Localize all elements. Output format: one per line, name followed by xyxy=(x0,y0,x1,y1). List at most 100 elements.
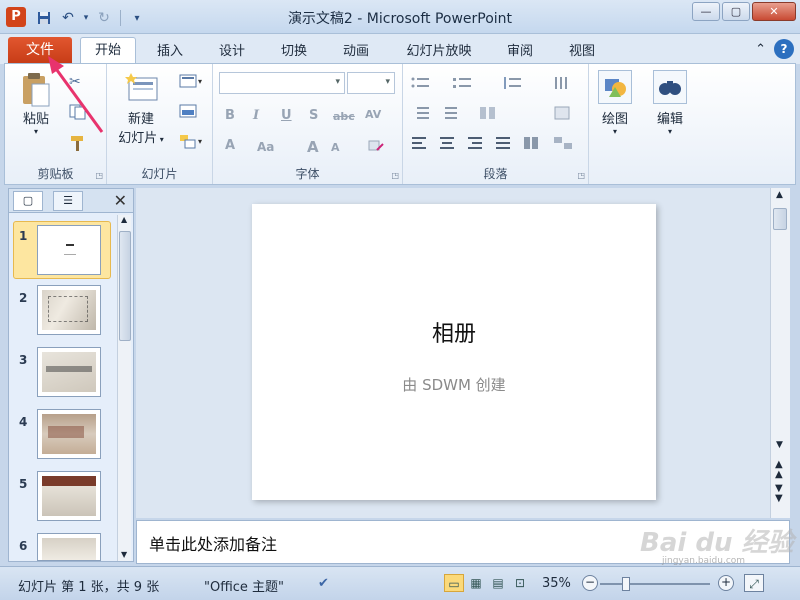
watermark-logo: Bai du 经验 xyxy=(640,528,794,558)
slide-thumbnail-2[interactable] xyxy=(37,285,101,335)
slide-subtitle[interactable]: 由 SDWM 创建 xyxy=(252,374,656,395)
font-color-button[interactable]: A xyxy=(225,138,235,153)
scroll-up-icon[interactable]: ▲ xyxy=(776,190,783,200)
close-icon[interactable]: ✕ xyxy=(114,191,127,210)
slide-number: 6 xyxy=(19,539,28,553)
scroll-up-icon[interactable]: ▲ xyxy=(121,215,127,224)
smartart-icon[interactable] xyxy=(553,136,573,154)
bold-button[interactable]: B xyxy=(225,108,235,123)
group-label-font: 字体 xyxy=(295,167,320,181)
shapes-icon xyxy=(598,70,632,104)
decrease-indent-icon[interactable] xyxy=(411,106,431,124)
shadow-button[interactable]: S xyxy=(309,108,318,123)
slideshow-view-button[interactable]: ⊡ xyxy=(510,574,530,592)
align-left-icon[interactable] xyxy=(411,136,431,154)
zoom-slider[interactable] xyxy=(600,577,710,591)
tab-slides[interactable]: ▢ xyxy=(13,191,43,211)
drawing-label: 绘图 xyxy=(601,112,628,127)
align-right-icon[interactable] xyxy=(467,136,487,154)
group-editing: 编辑 ▾ xyxy=(645,64,697,184)
scroll-down-icon[interactable]: ▼ xyxy=(121,550,127,559)
help-icon[interactable]: ? xyxy=(774,39,794,59)
numbering-icon[interactable] xyxy=(453,76,473,94)
column-layout-icon[interactable] xyxy=(523,136,543,154)
align-text-icon[interactable] xyxy=(553,106,573,124)
svg-text:▾: ▾ xyxy=(198,137,202,146)
zoom-out-button[interactable]: − xyxy=(582,575,598,591)
maximize-button[interactable]: ▢ xyxy=(722,2,750,21)
zoom-in-button[interactable]: + xyxy=(718,575,734,591)
chevron-down-icon[interactable]: ▾ xyxy=(649,127,691,136)
tab-slideshow[interactable]: 幻灯片放映 xyxy=(396,39,482,64)
tab-outline[interactable]: ☰ xyxy=(53,191,83,211)
dialog-launcher-icon[interactable]: ◳ xyxy=(95,171,103,180)
normal-view-button[interactable]: ▭ xyxy=(444,574,464,592)
slide-thumbnail-6[interactable] xyxy=(37,533,101,561)
justify-icon[interactable] xyxy=(495,136,515,154)
layout-icon[interactable]: ▾ xyxy=(179,74,202,92)
grow-font-button[interactable]: A xyxy=(307,138,319,156)
slide-thumbnail-4[interactable] xyxy=(37,409,101,459)
scroll-thumb[interactable] xyxy=(119,231,131,341)
underline-button[interactable]: U xyxy=(281,108,292,123)
columns-icon[interactable] xyxy=(479,106,499,124)
slide-thumbnail-5[interactable] xyxy=(37,471,101,521)
text-direction-icon[interactable] xyxy=(553,76,573,94)
fit-to-window-button[interactable]: ⤢ xyxy=(744,574,764,592)
spell-check-icon[interactable]: ✔ xyxy=(318,576,329,591)
font-name-combo[interactable]: ▾ xyxy=(219,72,345,94)
minimize-button[interactable]: — xyxy=(692,2,720,21)
tab-design[interactable]: 设计 xyxy=(208,39,256,64)
theme-status[interactable]: "Office 主题" xyxy=(204,576,284,595)
align-center-icon[interactable] xyxy=(439,136,459,154)
slide-sorter-button[interactable]: ▦ xyxy=(466,574,486,592)
scroll-thumb[interactable] xyxy=(773,208,787,230)
zoom-slider-knob[interactable] xyxy=(622,577,630,591)
section-icon[interactable]: ▾ xyxy=(179,134,202,152)
dialog-launcher-icon[interactable]: ◳ xyxy=(577,171,585,180)
slide-title[interactable]: 相册 xyxy=(252,316,656,348)
tab-review[interactable]: 审阅 xyxy=(496,39,544,64)
close-button[interactable]: ✕ xyxy=(752,2,796,21)
group-paragraph: 段落 ◳ xyxy=(403,64,589,184)
bullets-icon[interactable] xyxy=(411,76,431,94)
slide-number: 1 xyxy=(19,229,28,243)
next-slide-icon[interactable]: ▼ ▼ xyxy=(775,484,783,504)
tab-view[interactable]: 视图 xyxy=(558,39,606,64)
current-slide[interactable]: 相册 由 SDWM 创建 xyxy=(252,204,656,500)
line-spacing-icon[interactable] xyxy=(503,76,523,94)
zoom-level[interactable]: 35% xyxy=(542,576,571,591)
group-font: ▾ ▾ B I U S abc AV A Aa A A 字体 ◳ xyxy=(213,64,403,184)
scroll-down-icon[interactable]: ▼ xyxy=(776,440,783,450)
slides-panel-scrollbar[interactable]: ▲ ▼ xyxy=(117,215,131,561)
notes-placeholder: 单击此处添加备注 xyxy=(149,535,278,554)
char-spacing-button[interactable]: AV xyxy=(365,108,381,121)
tab-insert[interactable]: 插入 xyxy=(146,39,194,64)
dialog-launcher-icon[interactable]: ◳ xyxy=(391,171,399,180)
chevron-down-icon[interactable]: ▾ xyxy=(595,127,635,136)
slide-count-status: 幻灯片 第 1 张，共 9 张 xyxy=(18,580,160,595)
slide-number: 3 xyxy=(19,353,28,367)
font-size-combo[interactable]: ▾ xyxy=(347,72,395,94)
drawing-button[interactable]: 绘图 ▾ xyxy=(595,70,635,136)
tab-animations[interactable]: 动画 xyxy=(332,39,380,64)
tab-transitions[interactable]: 切换 xyxy=(270,39,318,64)
shrink-font-button[interactable]: A xyxy=(331,141,340,154)
reading-view-button[interactable]: ▤ xyxy=(488,574,508,592)
slide-thumbnail-3[interactable] xyxy=(37,347,101,397)
clear-formatting-icon[interactable] xyxy=(367,138,387,156)
strikethrough-button[interactable]: abc xyxy=(333,110,355,123)
main-scrollbar[interactable]: ▲ ▼ ▲ ▲ ▼ ▼ xyxy=(770,188,790,518)
italic-button[interactable]: I xyxy=(253,108,259,123)
change-case-button[interactable]: Aa xyxy=(257,140,274,154)
editing-button[interactable]: 编辑 ▾ xyxy=(649,70,691,136)
new-slide-button[interactable]: 新建 幻灯片 ▾ xyxy=(113,72,169,146)
increase-indent-icon[interactable] xyxy=(439,106,459,124)
previous-slide-icon[interactable]: ▲ ▲ xyxy=(775,460,783,480)
reset-slide-icon[interactable] xyxy=(179,104,199,122)
status-bar: 幻灯片 第 1 张，共 9 张 "Office 主题" ✔ ▭ ▦ ▤ ⊡ 35… xyxy=(0,566,800,600)
collapse-ribbon-icon[interactable]: ⌃ xyxy=(755,42,766,57)
slide-thumbnail-1[interactable] xyxy=(37,225,101,275)
slide-number: 5 xyxy=(19,477,28,491)
window-controls: — ▢ ✕ xyxy=(692,2,796,21)
